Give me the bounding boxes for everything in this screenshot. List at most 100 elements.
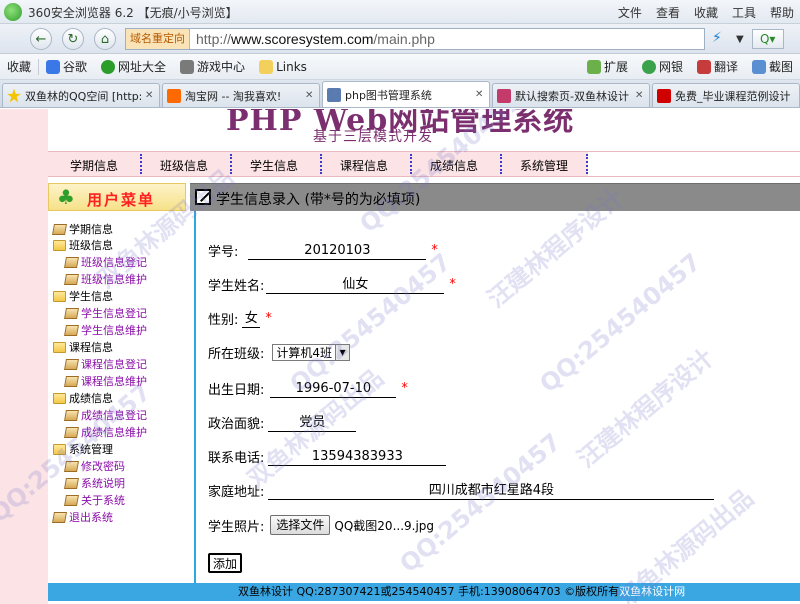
menu-favorites[interactable]: 收藏: [694, 4, 718, 21]
tree-change-password[interactable]: 修改密码: [64, 458, 125, 474]
gender-input[interactable]: 女: [242, 310, 261, 328]
choose-file-button[interactable]: 选择文件: [270, 515, 331, 535]
menu-tools[interactable]: 工具: [732, 4, 756, 21]
browser-title: 360安全浏览器 6.2 【无痕/小号浏览】: [28, 6, 238, 20]
bookmark-sites[interactable]: 网址大全: [94, 58, 173, 75]
tree-class-register[interactable]: 班级信息登记: [64, 254, 147, 270]
bookmarks-bar: 收藏 谷歌 网址大全 游戏中心 Links 扩展 网银 翻译 截图: [0, 54, 800, 80]
tree-course-folder[interactable]: 课程信息: [53, 339, 113, 355]
address-input[interactable]: 四川成都市红星路4段: [268, 482, 715, 500]
tree-system-folder[interactable]: 系统管理: [53, 441, 113, 457]
birth-input[interactable]: 1996-07-10: [270, 380, 397, 398]
menu-view[interactable]: 查看: [656, 4, 680, 21]
tree-label: 学生信息: [69, 290, 113, 303]
required-mark: *: [401, 381, 408, 396]
menu-help[interactable]: 帮助: [770, 4, 794, 21]
bookmark-google[interactable]: 谷歌: [39, 58, 94, 75]
row-name: 学生姓名: 仙女 *: [208, 275, 456, 295]
refresh-icon[interactable]: ↻: [62, 28, 84, 50]
footer-link[interactable]: 双鱼林设计网: [619, 585, 685, 598]
photo-label: 学生照片:: [208, 519, 265, 535]
tree-course-register[interactable]: 课程信息登记: [64, 356, 147, 372]
tab-taobao[interactable]: 淘宝网 -- 淘我喜欢! ✕: [162, 83, 320, 107]
bookmark-links[interactable]: Links: [252, 59, 314, 74]
name-input[interactable]: 仙女: [266, 276, 445, 294]
gender-label: 性别:: [208, 313, 239, 328]
site-banner: PHP Web网站管理系统 基于三层模式开发: [48, 109, 800, 151]
row-photo: 学生照片: 选择文件 QQ截图20...9.jpg: [208, 515, 434, 535]
bookmark-label: 网银: [658, 60, 683, 74]
tree-system-help[interactable]: 系统说明: [64, 475, 125, 491]
tree-label: 学生信息维护: [81, 324, 147, 337]
nav-student[interactable]: 学生信息: [250, 157, 298, 174]
nav-course[interactable]: 课程信息: [340, 157, 388, 174]
student-no-input[interactable]: 20120103: [248, 242, 427, 260]
tree-student-register[interactable]: 学生信息登记: [64, 305, 147, 321]
tree-logout[interactable]: 退出系统: [52, 509, 113, 525]
bookmark-screenshot[interactable]: 截图: [745, 58, 800, 75]
tab-courses[interactable]: 免费_毕业课程范例设计: [652, 83, 800, 107]
browser-logo-icon: [4, 3, 22, 21]
book-icon: [64, 256, 79, 268]
tree-class-maintain[interactable]: 班级信息维护: [64, 271, 147, 287]
tab-search[interactable]: 默认搜索页-双鱼林设计 ✕: [492, 83, 650, 107]
book-icon: [64, 358, 79, 370]
home-icon[interactable]: ⌂: [94, 28, 116, 50]
search-engine-icon[interactable]: Q▾: [751, 29, 784, 49]
tree-score-register[interactable]: 成绩信息登记: [64, 407, 147, 423]
nav-class[interactable]: 班级信息: [160, 157, 208, 174]
tree-label: 课程信息: [69, 341, 113, 354]
close-icon[interactable]: ✕: [475, 89, 485, 100]
url-path: /main.php: [373, 31, 435, 47]
close-icon[interactable]: ✕: [305, 90, 315, 101]
tree-course-maintain[interactable]: 课程信息维护: [64, 373, 147, 389]
bookmark-translate[interactable]: 翻译: [690, 58, 745, 75]
address-right-controls: ⚡ ▼ Q▾: [712, 29, 784, 49]
tree-score-folder[interactable]: 成绩信息: [53, 390, 113, 406]
row-class: 所在班级: 计算机4班 ▼: [208, 343, 351, 362]
speed-mode-icon[interactable]: ⚡: [712, 30, 728, 48]
tree-label: 班级信息: [69, 239, 113, 252]
dropdown-arrow-icon[interactable]: ▼: [736, 34, 744, 45]
web-page: PHP Web网站管理系统 基于三层模式开发 学期信息 班级信息 学生信息 课程…: [0, 109, 800, 604]
url-text[interactable]: http://www.scoresystem.com/main.php: [190, 31, 435, 47]
scissors-icon: [751, 59, 766, 74]
tree-student-folder[interactable]: 学生信息: [53, 288, 113, 304]
tree-about[interactable]: 关于系统: [64, 492, 125, 508]
bookmark-label: 截图: [768, 60, 793, 74]
nav-term[interactable]: 学期信息: [70, 157, 118, 174]
close-icon[interactable]: ✕: [635, 90, 645, 101]
tab-label: 双鱼林的QQ空间 [http:: [25, 89, 141, 103]
add-button[interactable]: 添加: [208, 553, 243, 573]
close-icon[interactable]: ✕: [145, 90, 155, 101]
politics-input[interactable]: 党员: [268, 414, 357, 432]
menu-file[interactable]: 文件: [618, 4, 642, 21]
tree-score-maintain[interactable]: 成绩信息维护: [64, 424, 147, 440]
tab-php-library[interactable]: php图书管理系统 ✕: [322, 81, 490, 107]
tree-label: 课程信息登记: [81, 358, 147, 371]
tab-label: 免费_毕业课程范例设计: [675, 89, 791, 103]
bookmark-label: 翻译: [713, 60, 738, 74]
bookmark-favorites[interactable]: 收藏: [0, 58, 38, 75]
phone-input[interactable]: 13594383933: [268, 448, 447, 466]
bookmark-extensions[interactable]: 扩展: [580, 58, 635, 75]
tree-label: 系统说明: [81, 477, 125, 490]
back-icon[interactable]: ←: [30, 28, 52, 50]
footer-text: 双鱼林设计 QQ:287307421或254540457 手机:13908064…: [238, 585, 620, 598]
tree-class-folder[interactable]: 班级信息: [53, 237, 113, 253]
tab-qq-space[interactable]: 双鱼林的QQ空间 [http: ✕: [2, 83, 160, 107]
class-select[interactable]: 计算机4班 ▼: [272, 344, 351, 361]
google-icon: [46, 59, 61, 74]
bookmark-games[interactable]: 游戏中心: [173, 58, 252, 75]
book-icon: [64, 460, 79, 472]
tree-student-maintain[interactable]: 学生信息维护: [64, 322, 147, 338]
address-bar[interactable]: 域名重定向 http://www.scoresystem.com/main.ph…: [125, 28, 705, 50]
politics-label: 政治面貌:: [208, 417, 265, 432]
gamepad-icon: [180, 59, 195, 74]
bookmark-banking[interactable]: 网银: [635, 58, 690, 75]
folder-icon: [53, 341, 66, 353]
nav-score[interactable]: 成绩信息: [430, 157, 478, 174]
nav-system[interactable]: 系统管理: [520, 157, 568, 174]
nav-blank: [588, 152, 800, 176]
tree-term[interactable]: 学期信息: [52, 221, 113, 237]
